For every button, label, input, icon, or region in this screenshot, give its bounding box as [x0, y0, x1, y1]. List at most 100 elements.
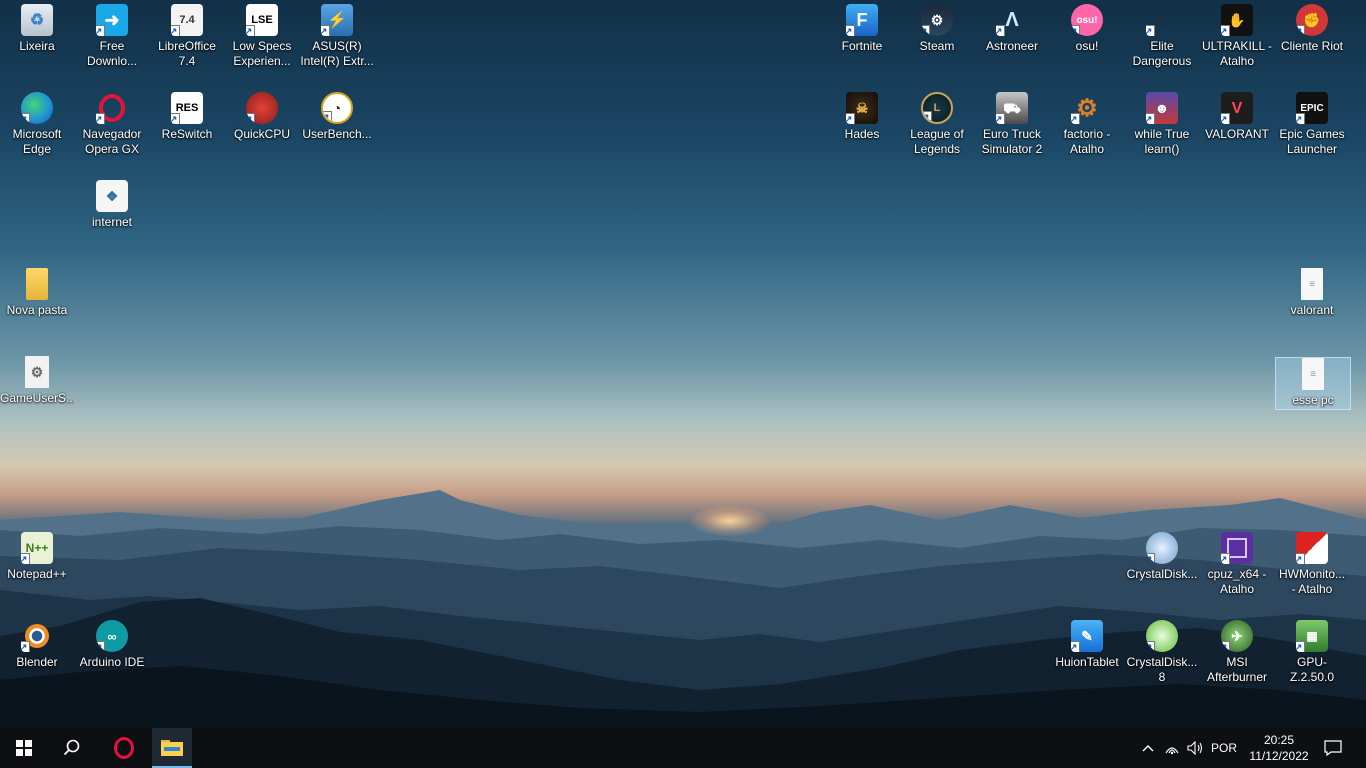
shortcut-arrow-icon: ↗: [1221, 553, 1230, 564]
desktop-icon-valorant-txt[interactable]: ≡ valorant: [1275, 268, 1349, 318]
desktop-icon-gameusersettings[interactable]: ⚙ GameUserS...: [0, 356, 74, 406]
desktop-icon-esse-pc[interactable]: ≡ esse pc: [1275, 357, 1351, 410]
hades-icon: ☠ ↗: [846, 92, 878, 124]
riot-client-icon: ✊ ↗: [1296, 4, 1328, 36]
shortcut-arrow-icon: ↗: [846, 25, 855, 36]
desktop-icon-low-specs[interactable]: LSE ↗ Low Specs Experien...: [225, 4, 299, 69]
asus-installer-icon: ⚡ ↗: [321, 4, 353, 36]
desktop-icon-riot[interactable]: ✊ ↗ Cliente Riot: [1275, 4, 1349, 54]
action-center-button[interactable]: [1316, 728, 1350, 768]
desktop-icon-elite[interactable]: ♆ ↗ Elite Dangerous: [1125, 4, 1199, 69]
icon-label: League of Legends: [910, 127, 964, 156]
desktop-icon-astroneer[interactable]: Λ ↗ Astroneer: [975, 4, 1049, 54]
shortcut-arrow-icon: ↗: [921, 25, 930, 36]
desktop-icon-edge[interactable]: ↗ Microsoft Edge: [0, 92, 74, 157]
desktop-icon-msi[interactable]: ✈ ↗ MSI Afterburner: [1200, 620, 1274, 685]
shortcut-arrow-icon: ↗: [1146, 553, 1155, 564]
desktop-icon-ets2[interactable]: ⛟ ↗ Euro Truck Simulator 2: [975, 92, 1049, 157]
shortcut-arrow-icon: ↗: [21, 113, 30, 124]
search-button[interactable]: [48, 728, 96, 768]
shortcut-arrow-icon: ↗: [96, 113, 105, 124]
desktop-icon-nova-pasta[interactable]: Nova pasta: [0, 268, 74, 318]
shortcut-arrow-icon: ↗: [923, 111, 932, 122]
desktop-icon-osu[interactable]: osu! ↗ osu!: [1050, 4, 1124, 54]
start-button[interactable]: [0, 728, 48, 768]
shortcut-arrow-icon: ↗: [321, 25, 330, 36]
desktop-icon-asus[interactable]: ⚡ ↗ ASUS(R) Intel(R) Extr...: [300, 4, 374, 69]
libreoffice-icon: 7.4 ↗: [171, 4, 203, 36]
reswitch-icon: RES ↗: [171, 92, 203, 124]
desktop-icon-opera-gx[interactable]: ↗ Navegador Opera GX: [75, 92, 149, 157]
epic-games-icon: EPIC ↗: [1296, 92, 1328, 124]
icon-label: Elite Dangerous: [1132, 39, 1192, 68]
desktop-icon-factorio[interactable]: ⚙ ↗ factorio - Atalho: [1050, 92, 1124, 157]
icon-label: Free Downlo...: [86, 39, 138, 68]
desktop-icon-notepadpp[interactable]: N++ ↗ Notepad++: [0, 532, 74, 582]
osu-icon: osu! ↗: [1071, 4, 1103, 36]
icon-label: Epic Games Launcher: [1279, 127, 1345, 156]
desktop-icon-huion[interactable]: ✎ ↗ HuionTablet: [1050, 620, 1124, 670]
clock-time: 20:25: [1263, 733, 1295, 747]
show-hidden-icons-button[interactable]: [1136, 728, 1160, 768]
desktop-icon-crystaldisk-2[interactable]: ↗ CrystalDisk... 8: [1125, 620, 1199, 685]
icon-label: HWMonito... - Atalho: [1278, 567, 1345, 596]
desktop-icon-libreoffice[interactable]: 7.4 ↗ LibreOffice 7.4: [150, 4, 224, 69]
valorant-icon: V ↗: [1221, 92, 1253, 124]
desktop-icon-internet[interactable]: ❖ internet: [75, 180, 149, 230]
desktop-icon-ultrakill[interactable]: ✋ ↗ ULTRAKILL - Atalho: [1200, 4, 1274, 69]
desktop-icon-hwmonitor[interactable]: ↗ HWMonito... - Atalho: [1275, 532, 1349, 597]
desktop-icon-gpuz[interactable]: ▦↗ GPU-Z.2.50.0 - Atalho: [1275, 620, 1349, 687]
taskbar-opera-gx[interactable]: [100, 728, 148, 768]
desktop-icon-quickcpu[interactable]: ↗ QuickCPU: [225, 92, 299, 142]
desktop-icon-while-true[interactable]: ☻ ↗ while True learn(): [1125, 92, 1199, 157]
icon-label: Microsoft Edge: [12, 127, 62, 156]
shortcut-arrow-icon: ↗: [246, 113, 255, 124]
desktop[interactable]: ♻ Lixeira ➜ ↗ Free Downlo... 7.4 ↗ LibreOf…: [0, 0, 1366, 728]
windows-logo-icon: [16, 740, 32, 756]
volume-button[interactable]: [1184, 728, 1208, 768]
network-button[interactable]: [1160, 728, 1184, 768]
language-indicator[interactable]: POR: [1208, 728, 1240, 768]
desktop-icon-crystaldisk-1[interactable]: ↗ CrystalDisk...: [1125, 532, 1199, 582]
desktop-icon-lixeira[interactable]: ♻ Lixeira: [0, 4, 74, 54]
desktop-icon-hades[interactable]: ☠ ↗ Hades: [825, 92, 899, 142]
icon-label: valorant: [1290, 303, 1334, 317]
hwmonitor-icon: ↗: [1296, 532, 1328, 564]
desktop-icon-free-download[interactable]: ➜ ↗ Free Downlo...: [75, 4, 149, 69]
desktop-icon-cpuz[interactable]: ↗ cpuz_x64 - Atalho: [1200, 532, 1274, 597]
taskbar-file-explorer[interactable]: [152, 728, 192, 768]
shortcut-arrow-icon: ↗: [96, 641, 105, 652]
shortcut-arrow-icon: ↗: [1146, 641, 1155, 652]
crystaldisk-icon: ↗: [1146, 620, 1178, 652]
desktop-icon-valorant-app[interactable]: V ↗ VALORANT: [1200, 92, 1274, 142]
icon-label: Astroneer: [985, 39, 1039, 53]
desktop-icon-userbench[interactable]: ◔ ↗ UserBench...: [300, 92, 374, 142]
desktop-icon-steam[interactable]: ⚙ ↗ Steam: [900, 4, 974, 54]
libreoffice-glyph-text: 7.4: [179, 13, 195, 26]
desktop-icon-blender[interactable]: ↗ Blender: [0, 620, 74, 670]
icon-label: CrystalDisk... 8: [1126, 655, 1198, 684]
shortcut-arrow-icon: ↗: [21, 641, 30, 652]
icon-label: Lixeira: [19, 39, 55, 53]
elite-dangerous-icon: ♆ ↗: [1146, 4, 1178, 36]
edge-icon: ↗: [21, 92, 53, 124]
chip-icon: ↗: [1221, 532, 1253, 564]
icon-label: factorio - Atalho: [1063, 127, 1111, 156]
desktop-icon-arduino[interactable]: ∞ ↗ Arduino IDE: [75, 620, 149, 670]
league-of-legends-icon: L ↗: [921, 92, 953, 124]
clock-date: 11/12/2022: [1249, 749, 1309, 763]
shortcut-arrow-icon: ↗: [1296, 641, 1305, 652]
taskbar: POR 20:25 11/12/2022: [0, 728, 1366, 768]
desktop-icon-reswitch[interactable]: RES ↗ ReSwitch: [150, 92, 224, 142]
clock[interactable]: 20:25 11/12/2022: [1242, 732, 1316, 764]
shortcut-arrow-icon: ↗: [996, 113, 1005, 124]
lse-icon: LSE ↗: [246, 4, 278, 36]
shortcut-arrow-icon: ↗: [1296, 553, 1305, 564]
icon-label: Steam: [919, 39, 955, 53]
settings-file-icon: ⚙: [25, 356, 49, 388]
shortcut-arrow-icon: ↗: [1071, 641, 1080, 652]
desktop-icon-epic[interactable]: EPIC ↗ Epic Games Launcher: [1275, 92, 1349, 157]
desktop-icon-fortnite[interactable]: F ↗ Fortnite: [825, 4, 899, 54]
speedometer-icon: ◔ ↗: [321, 92, 353, 124]
desktop-icon-lol[interactable]: L ↗ League of Legends: [900, 92, 974, 157]
